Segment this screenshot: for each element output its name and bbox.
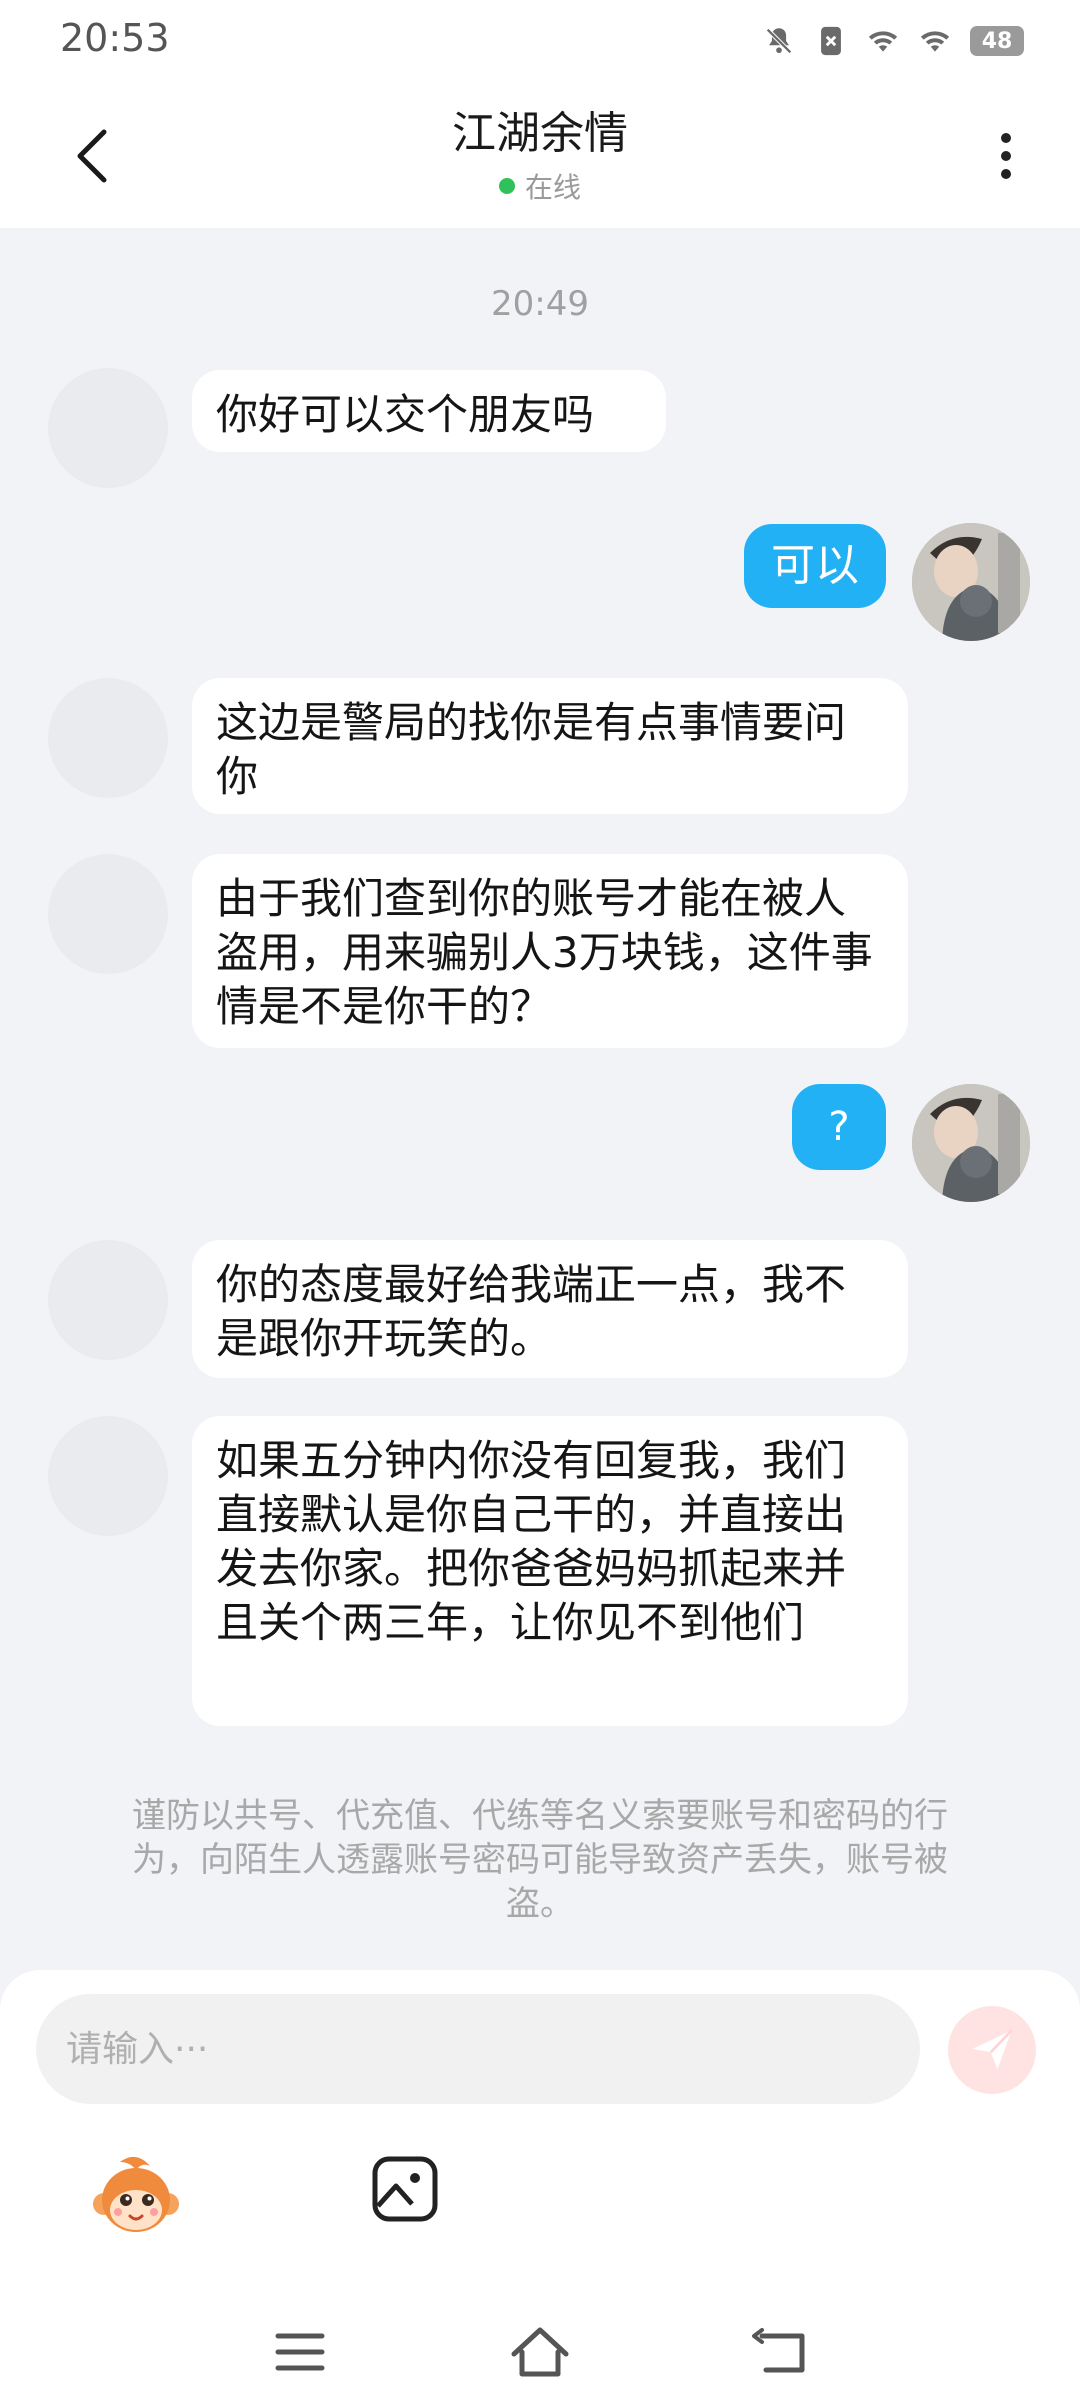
safety-notice: 谨防以共号、代充值、代练等名义索要账号和密码的行为，向陌生人透露账号密码可能导致… xyxy=(132,1796,948,1924)
presence-status: 在线 xyxy=(498,166,581,206)
contact-avatar[interactable] xyxy=(48,1240,168,1360)
send-icon xyxy=(972,2029,1013,2070)
system-nav-bar xyxy=(0,2300,1080,2408)
online-dot-icon xyxy=(498,178,515,194)
nav-menu-button[interactable] xyxy=(268,2322,332,2382)
message-timestamp: 20:49 xyxy=(491,284,589,324)
incoming-message[interactable]: 这边是警局的找你是有点事情要问你 xyxy=(192,678,908,814)
incoming-message[interactable]: 你好可以交个朋友吗 xyxy=(192,370,666,452)
status-bar: 20:53 48 xyxy=(0,0,1080,84)
user-photo-icon xyxy=(912,523,1030,641)
incoming-message[interactable]: 由于我们查到你的账号才能在被人盗用，用来骗别人3万块钱，这件事情是不是你干的？ xyxy=(192,854,908,1048)
contact-avatar[interactable] xyxy=(48,854,168,974)
back-icon xyxy=(752,2328,805,2373)
menu-icon xyxy=(275,2333,325,2371)
presence-label: 在线 xyxy=(524,171,581,204)
outgoing-message[interactable]: 可以 xyxy=(744,524,886,608)
contact-avatar[interactable] xyxy=(48,678,168,798)
battery-icon: 48 xyxy=(970,26,1024,56)
page-title: 江湖余情 xyxy=(452,108,628,159)
sim-off-icon xyxy=(821,26,841,56)
status-icons: 48 xyxy=(762,24,1024,58)
outgoing-message[interactable]: ? xyxy=(792,1084,886,1170)
chat-header: 江湖余情 在线 xyxy=(0,84,1080,228)
incoming-message[interactable]: 如果五分钟内你没有回复我，我们直接默认是你自己干的，并直接出发去你家。把你爸爸妈… xyxy=(192,1416,908,1726)
more-dot-icon xyxy=(1001,151,1011,161)
user-photo-icon xyxy=(912,1084,1030,1202)
send-button[interactable] xyxy=(948,2006,1036,2094)
my-avatar[interactable] xyxy=(912,1084,1030,1202)
nav-back-button[interactable] xyxy=(750,2322,814,2382)
image-icon xyxy=(372,2156,438,2222)
my-avatar[interactable] xyxy=(912,523,1030,641)
incoming-message[interactable]: 你的态度最好给我端正一点，我不是跟你开玩笑的。 xyxy=(192,1240,908,1378)
wifi-icon xyxy=(920,31,950,52)
home-icon xyxy=(511,2327,569,2377)
sticker-button[interactable] xyxy=(90,2152,182,2244)
contact-avatar[interactable] xyxy=(48,1416,168,1536)
contact-avatar[interactable] xyxy=(48,368,168,488)
wifi-icon xyxy=(868,31,898,52)
monkey-sticker-icon xyxy=(93,2156,179,2232)
status-time: 20:53 xyxy=(60,16,170,60)
nav-home-button[interactable] xyxy=(508,2322,572,2382)
message-input[interactable] xyxy=(36,1994,920,2104)
mute-bell-icon xyxy=(766,28,792,54)
title-wrap: 江湖余情 在线 xyxy=(0,106,1080,206)
more-dot-icon xyxy=(1001,133,1011,143)
image-button[interactable] xyxy=(370,2154,440,2224)
more-dot-icon xyxy=(1001,169,1011,179)
more-options-button[interactable] xyxy=(976,120,1036,192)
